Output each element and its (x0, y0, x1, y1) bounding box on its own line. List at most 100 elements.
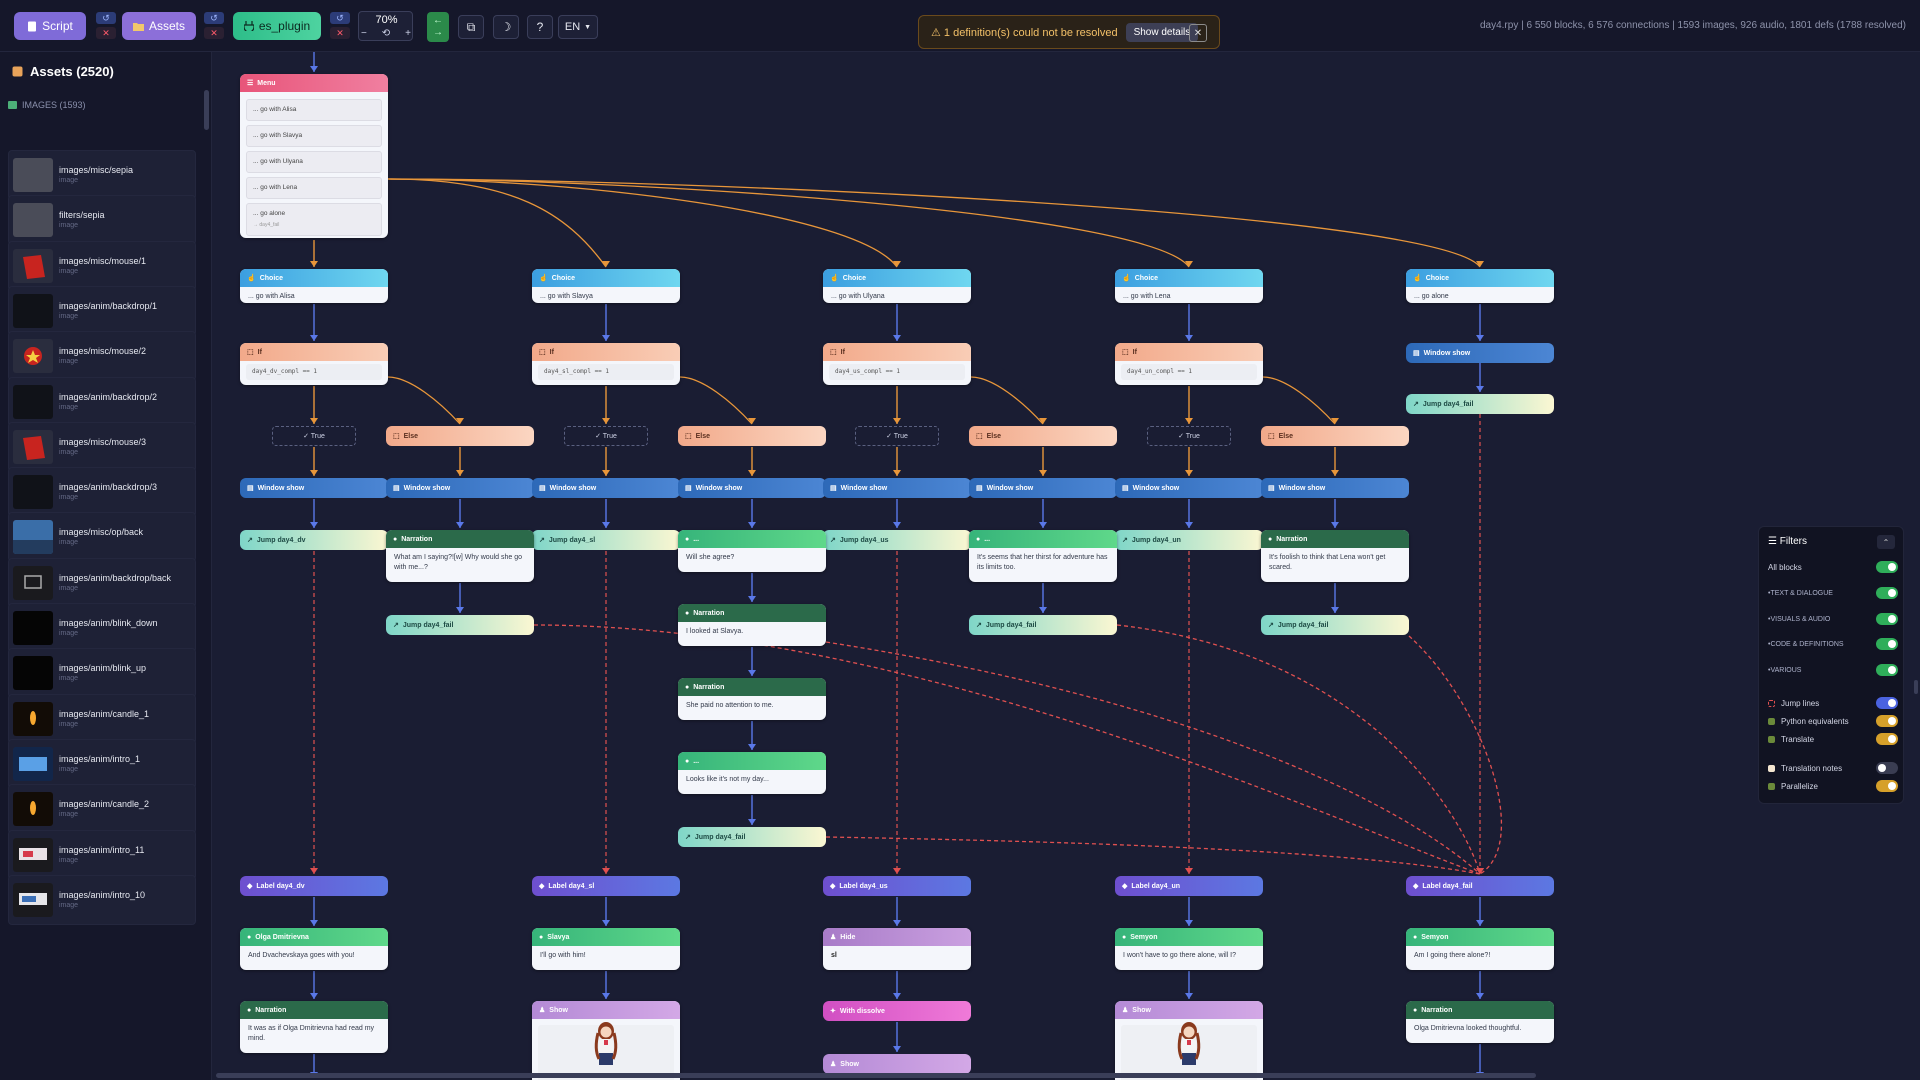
graph-canvas[interactable]: ☰ Menu ... go with Alisa ... go with Slav… (212, 52, 1920, 1080)
reload-script-icon[interactable]: ↺ (96, 12, 116, 24)
jump-node[interactable]: ↗ Jump day4_fail (969, 615, 1117, 635)
menu-option[interactable]: ... go with Lena (246, 177, 382, 199)
else-node[interactable]: ⬚ Else (969, 426, 1117, 446)
filter-toggle[interactable] (1876, 780, 1898, 792)
asset-item[interactable]: images/anim/backdrop/1 image (8, 285, 196, 336)
close-icon[interactable]: ✕ (1189, 24, 1207, 42)
assets-button[interactable]: Assets (122, 12, 196, 40)
label-node[interactable]: ◆ Label day4_fail (1406, 876, 1554, 896)
menu-option[interactable]: ... go with Alisa (246, 99, 382, 121)
hide-node[interactable]: ♟ Hide sl (823, 928, 971, 970)
sidebar-scrollbar[interactable] (204, 90, 209, 130)
true-branch[interactable]: ✓ True (272, 426, 356, 446)
filter-toggle[interactable] (1876, 561, 1898, 573)
asset-item[interactable]: images/anim/intro_10 image (8, 874, 196, 925)
narration-node[interactable]: ● Narration What am I saying?![w] Why woul… (386, 530, 534, 582)
window-show-node[interactable]: ▤ Window show (823, 478, 971, 498)
asset-item[interactable]: filters/sepia image (8, 195, 196, 246)
dialogue-node[interactable]: ● Semyon I won't have to go there alone, w… (1115, 928, 1263, 970)
if-node[interactable]: ⬚ If day4_un_compl == 1 (1115, 343, 1263, 385)
jump-node[interactable]: ↗ Jump day4_fail (678, 827, 826, 847)
asset-item[interactable]: images/anim/intro_1 image (8, 738, 196, 789)
asset-item[interactable]: images/anim/blink_up image (8, 648, 196, 699)
narration-node[interactable]: ● Narration It's foolish to think that Len… (1261, 530, 1409, 582)
asset-item[interactable]: images/anim/blink_down image (8, 603, 196, 653)
reload-plugin-icon[interactable]: ↺ (330, 12, 350, 24)
filter-toggle[interactable] (1876, 697, 1898, 709)
filter-toggle[interactable] (1876, 733, 1898, 745)
asset-item[interactable]: images/misc/op/back image (8, 512, 196, 563)
dialogue-node[interactable]: ●... Looks like it's not my day... (678, 752, 826, 794)
zoom-reset-button[interactable]: ⟲ (382, 28, 390, 39)
vertical-scrollbar[interactable] (1914, 680, 1918, 694)
filter-toggle[interactable] (1876, 638, 1898, 650)
else-node[interactable]: ⬚ Else (386, 426, 534, 446)
collapse-button[interactable]: ⌃ (1877, 535, 1895, 549)
show-node[interactable]: ♟ Show (532, 1001, 680, 1080)
asset-item[interactable]: images/anim/backdrop/back image (8, 557, 196, 608)
dialogue-node[interactable]: ●... Will she agree? (678, 530, 826, 572)
if-node[interactable]: ⬚ If day4_sl_compl == 1 (532, 343, 680, 385)
filter-toggle[interactable] (1876, 664, 1898, 676)
jump-node[interactable]: ↗ Jump day4_dv (240, 530, 388, 550)
reload-assets-icon[interactable]: ↺ (204, 12, 224, 24)
close-script-icon[interactable]: ✕ (96, 27, 116, 39)
narration-node[interactable]: ● Narration She paid no attention to me. (678, 678, 826, 720)
moon-icon[interactable]: ☽ (493, 15, 519, 39)
horizontal-scrollbar[interactable] (216, 1073, 1536, 1078)
asset-item[interactable]: images/anim/backdrop/2 image (8, 376, 196, 427)
window-show-node[interactable]: ▤ Window show (969, 478, 1117, 498)
window-show-node[interactable]: ▤ Window show (678, 478, 826, 498)
window-show-node[interactable]: ▤ Window show (1406, 343, 1554, 363)
window-show-node[interactable]: ▤ Window show (240, 478, 388, 498)
asset-item[interactable]: images/anim/backdrop/3 image (8, 467, 196, 518)
if-node[interactable]: ⬚ If day4_us_compl == 1 (823, 343, 971, 385)
script-button[interactable]: Script (14, 12, 86, 40)
label-node[interactable]: ◆ Label day4_dv (240, 876, 388, 896)
window-show-node[interactable]: ▤ Window show (1115, 478, 1263, 498)
plugin-button[interactable]: es_plugin (233, 12, 321, 40)
asset-item[interactable]: images/misc/mouse/3 image (8, 421, 196, 472)
narration-node[interactable]: ● Narration I looked at Slavya. (678, 604, 826, 646)
label-node[interactable]: ◆ Label day4_un (1115, 876, 1263, 896)
asset-item[interactable]: images/misc/sepia image (8, 150, 196, 200)
asset-item[interactable]: images/misc/mouse/1 image (8, 240, 196, 291)
asset-item[interactable]: images/anim/candle_1 image (8, 693, 196, 744)
if-node[interactable]: ⬚ If day4_dv_compl == 1 (240, 343, 388, 385)
else-node[interactable]: ⬚ Else (678, 426, 826, 446)
jump-node[interactable]: ↗ Jump day4_us (823, 530, 971, 550)
layout-direction-button[interactable]: ← → (427, 12, 449, 42)
choice-node[interactable]: ☝ Choice ... go alone (1406, 269, 1554, 303)
filter-toggle[interactable] (1876, 587, 1898, 599)
language-select[interactable]: EN ▼ (558, 15, 598, 39)
show-node[interactable]: ♟ Show (823, 1054, 971, 1074)
jump-node[interactable]: ↗ Jump day4_fail (386, 615, 534, 635)
zoom-in-button[interactable]: + (405, 28, 411, 39)
filter-toggle[interactable] (1876, 715, 1898, 727)
choice-node[interactable]: ☝ Choice ... go with Slavya (532, 269, 680, 303)
asset-item[interactable]: images/anim/candle_2 image (8, 784, 196, 835)
show-details-button[interactable]: Show details (1125, 22, 1199, 42)
menu-option[interactable]: ... go with Ulyana (246, 151, 382, 173)
choice-node[interactable]: ☝ Choice ... go with Ulyana (823, 269, 971, 303)
true-branch[interactable]: ✓ True (1147, 426, 1231, 446)
menu-option[interactable]: ... go alone → day4_fail (246, 203, 382, 236)
close-plugin-icon[interactable]: ✕ (330, 27, 350, 39)
window-show-node[interactable]: ▤ Window show (386, 478, 534, 498)
asset-item[interactable]: images/anim/intro_11 image (8, 829, 196, 880)
jump-node[interactable]: ↗ Jump day4_fail (1261, 615, 1409, 635)
jump-node[interactable]: ↗ Jump day4_sl (532, 530, 680, 550)
zoom-out-button[interactable]: − (361, 28, 367, 39)
images-section-header[interactable]: IMAGES (1593) (8, 100, 86, 110)
menu-option[interactable]: ... go with Slavya (246, 125, 382, 147)
dialogue-node[interactable]: ● Semyon Am I going there alone?! (1406, 928, 1554, 970)
choice-node[interactable]: ☝ Choice ... go with Lena (1115, 269, 1263, 303)
jump-node[interactable]: ↗ Jump day4_un (1115, 530, 1263, 550)
dialogue-node[interactable]: ● Slavya I'll go with him! (532, 928, 680, 970)
window-show-node[interactable]: ▤ Window show (1261, 478, 1409, 498)
true-branch[interactable]: ✓ True (564, 426, 648, 446)
label-node[interactable]: ◆ Label day4_sl (532, 876, 680, 896)
filter-toggle[interactable] (1876, 613, 1898, 625)
filter-toggle[interactable] (1876, 762, 1898, 774)
window-show-node[interactable]: ▤ Window show (532, 478, 680, 498)
